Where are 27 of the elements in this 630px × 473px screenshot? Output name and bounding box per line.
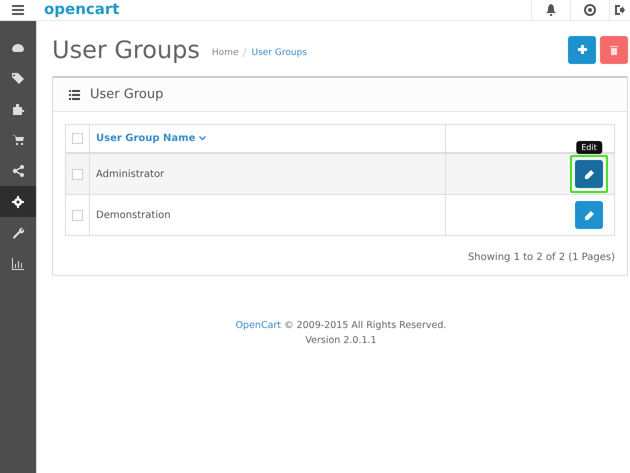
- tooltip: Edit: [576, 141, 602, 154]
- table-cell: Demonstration: [90, 194, 446, 236]
- delete-button[interactable]: [600, 36, 628, 64]
- pagination-text: Showing 1 to 2 of 2 (1 Pages): [466, 252, 615, 263]
- panel-title: User Group: [90, 87, 164, 102]
- column-sort-link[interactable]: User Group Name: [96, 133, 206, 144]
- chevron-down-icon: [198, 136, 206, 141]
- copyright-text: © 2009-2015 All Rights Reserved.: [284, 320, 446, 331]
- footer-link[interactable]: OpenCart: [236, 320, 282, 331]
- row-checkbox[interactable]: [72, 210, 83, 220]
- breadcrumb-link[interactable]: User Groups: [251, 48, 307, 58]
- breadcrumb-link[interactable]: Home: [212, 48, 238, 58]
- pencil-icon: [584, 210, 594, 220]
- select-all-checkbox[interactable]: [72, 133, 83, 144]
- menu-icon[interactable]: [12, 5, 24, 15]
- page-title: User Groups: [52, 36, 200, 64]
- add-button[interactable]: [568, 36, 596, 64]
- edit-button[interactable]: [575, 160, 603, 188]
- plus-icon: [578, 45, 586, 54]
- list-icon: [69, 90, 80, 100]
- pencil-icon: [584, 170, 594, 178]
- edit-button[interactable]: [575, 201, 603, 229]
- row-checkbox[interactable]: [72, 168, 83, 180]
- table-cell: Administrator: [90, 153, 446, 194]
- version-text: Version 2.0.1.1: [304, 334, 378, 348]
- trash-icon: [610, 44, 618, 54]
- logo[interactable]: opencart: [44, 0, 120, 18]
